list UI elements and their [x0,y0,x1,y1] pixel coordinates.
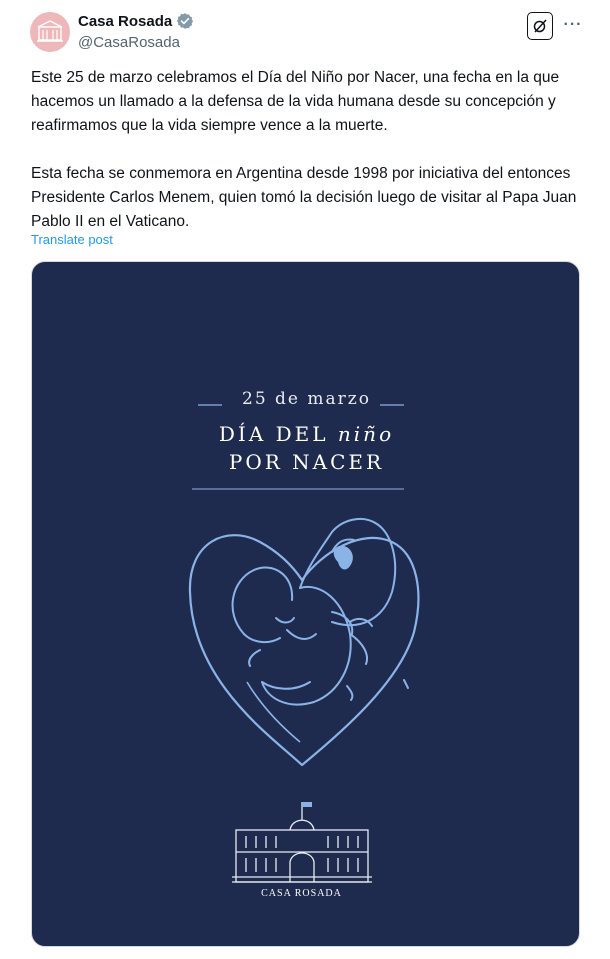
grok-button[interactable] [527,12,553,40]
more-icon: ··· [563,16,583,33]
casa-rosada-logo-icon [37,20,63,42]
image-title-line2: POR NACER [228,450,385,474]
post-image[interactable]: 25 de marzo DÍA DEL niño POR NACER CASA … [31,261,580,947]
avatar[interactable] [30,12,70,52]
author-handle[interactable]: @CasaRosada [78,34,180,51]
post-header: Casa Rosada @CasaRosada ··· [0,0,610,62]
more-button[interactable]: ··· [562,14,584,36]
post-text: Este 25 de marzo celebramos el Día del N… [31,66,581,258]
grok-icon [533,19,547,33]
image-title-part1: DÍA DEL [218,422,338,446]
image-brand-text: CASA ROSADA [261,888,342,899]
casa-rosada-building-icon [232,802,372,883]
image-date-text: 25 de marzo [242,389,371,409]
verified-badge-icon [177,13,194,29]
illustration [188,404,420,883]
author-name-row: Casa Rosada [78,12,194,30]
fetus-icon [231,517,409,706]
placenta-icon [333,545,353,570]
author-name[interactable]: Casa Rosada [78,13,172,30]
translate-post-link[interactable]: Translate post [31,232,113,247]
heart-outline-icon [188,534,420,767]
image-title-italic: niño [337,422,395,446]
post-paragraph: Esta fecha se conmemora en Argentina des… [31,165,577,230]
post-paragraph: Este 25 de marzo celebramos el Día del N… [31,69,560,134]
image-title-line1: DÍA DEL niño [32,422,579,446]
